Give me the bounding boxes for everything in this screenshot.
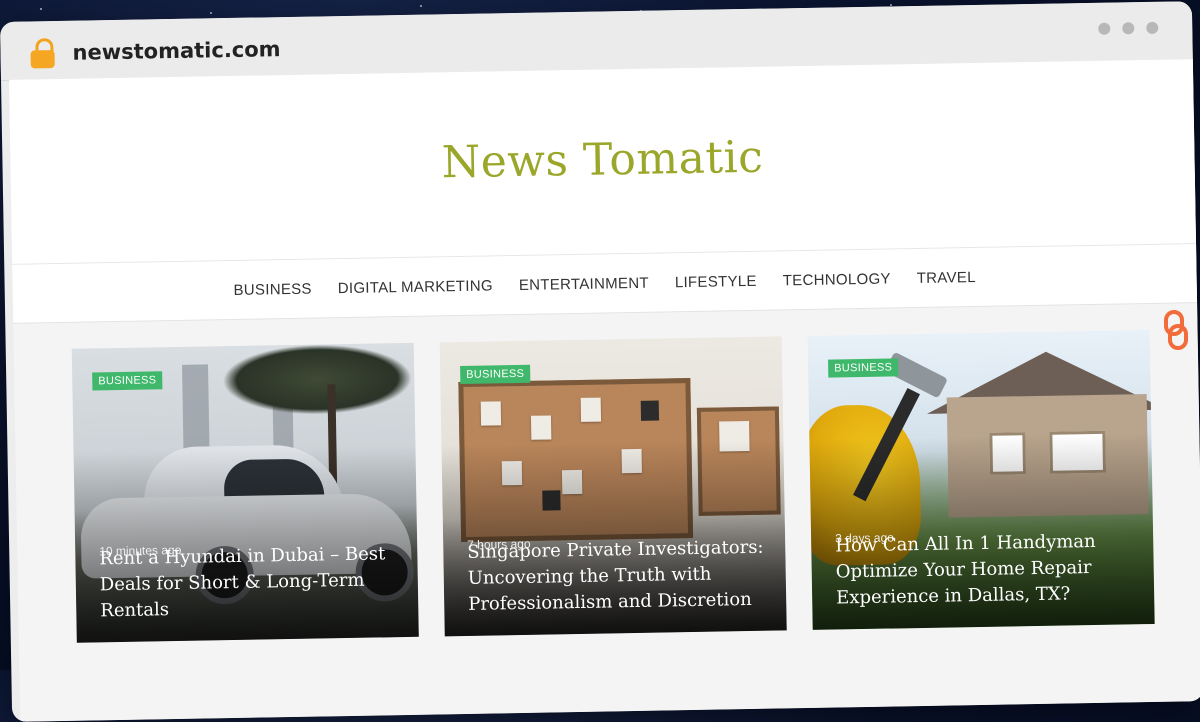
article-title[interactable]: How Can All In 1 Handyman Optimize Your … xyxy=(835,528,1138,611)
nav-item-digital-marketing[interactable]: DIGITAL MARKETING xyxy=(338,277,493,297)
window-controls xyxy=(1098,21,1159,35)
lock-icon xyxy=(30,38,56,69)
article-card[interactable]: BUSINESS 3 days ago How Can All In 1 Han… xyxy=(807,329,1155,630)
web-page: News Tomatic BUSINESS DIGITAL MARKETING … xyxy=(9,59,1200,722)
article-title[interactable]: Singapore Private Investigators: Uncover… xyxy=(467,535,770,618)
category-badge[interactable]: BUSINESS xyxy=(828,358,899,378)
category-badge[interactable]: BUSINESS xyxy=(460,364,531,385)
site-header: News Tomatic xyxy=(9,59,1197,265)
watermark-text: GUESTPOSTLINKS xyxy=(1163,60,1189,296)
site-title[interactable]: News Tomatic xyxy=(441,131,763,188)
browser-window: newstomatic.com News Tomatic BUSINESS DI… xyxy=(0,1,1200,722)
nav-item-technology[interactable]: TECHNOLOGY xyxy=(783,270,891,289)
nav-item-entertainment[interactable]: ENTERTAINMENT xyxy=(519,274,649,293)
category-badge[interactable]: BUSINESS xyxy=(92,371,163,391)
window-dot-icon[interactable] xyxy=(1146,21,1159,34)
article-card[interactable]: BUSINESS 10 minutes ago Rent a Hyundai i… xyxy=(71,342,419,643)
nav-item-business[interactable]: BUSINESS xyxy=(233,280,312,298)
nav-item-travel[interactable]: TRAVEL xyxy=(917,269,976,287)
address-bar[interactable]: newstomatic.com xyxy=(72,37,280,65)
window-dot-icon[interactable] xyxy=(1122,22,1135,35)
guestpostlinks-watermark: GUESTPOSTLINKS xyxy=(1158,58,1194,358)
featured-articles: BUSINESS 10 minutes ago Rent a Hyundai i… xyxy=(71,329,1155,643)
window-dot-icon[interactable] xyxy=(1098,22,1111,35)
chain-link-icon xyxy=(1164,310,1188,350)
article-title[interactable]: Rent a Hyundai in Dubai – Best Deals for… xyxy=(99,541,402,624)
nav-item-lifestyle[interactable]: LIFESTYLE xyxy=(675,272,757,290)
article-card[interactable]: BUSINESS 7 hours ago Singapore Private I… xyxy=(439,336,787,637)
